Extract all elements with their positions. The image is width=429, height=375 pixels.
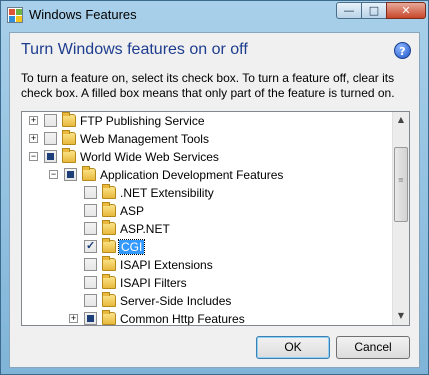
folder-icon	[62, 148, 76, 163]
tree-item-asp-net[interactable]: ASP.NET	[22, 220, 392, 238]
tree-item-server-side-includes[interactable]: Server-Side Includes	[22, 292, 392, 310]
tree-item-label: Common Http Features	[120, 312, 245, 326]
tree-item-label: Web Management Tools	[80, 132, 209, 146]
checkbox[interactable]	[84, 222, 97, 235]
checkbox[interactable]	[84, 239, 97, 253]
minimize-button[interactable]: —	[336, 2, 362, 19]
minimize-icon: —	[343, 4, 355, 17]
folder-icon	[62, 112, 76, 127]
tree-item-label: Server-Side Includes	[120, 294, 232, 308]
folder-icon	[82, 166, 96, 181]
checkbox[interactable]	[84, 312, 97, 325]
title-bar[interactable]: Windows Features — □ ✕	[1, 1, 428, 29]
collapse-icon[interactable]: −	[29, 152, 38, 161]
folder-icon	[102, 256, 116, 271]
checkbox[interactable]	[84, 294, 97, 307]
tree-item-label: FTP Publishing Service	[80, 114, 205, 128]
tree-item-net-extensibility[interactable]: .NET Extensibility	[22, 184, 392, 202]
window-title: Windows Features	[29, 7, 137, 22]
tree-item-label: .NET Extensibility	[120, 186, 214, 200]
dialog-body: Turn Windows features on or off ? To tur…	[9, 32, 420, 368]
windows-features-dialog: Windows Features — □ ✕ Turn Windows feat…	[0, 0, 429, 375]
windows-features-icon	[7, 7, 23, 23]
folder-icon	[102, 274, 116, 289]
checkbox[interactable]	[84, 276, 97, 289]
folder-icon	[102, 292, 116, 307]
checkbox[interactable]	[44, 150, 57, 163]
tree-item-common-http-features[interactable]: + Common Http Features	[22, 310, 392, 326]
help-icon[interactable]: ?	[394, 42, 411, 59]
checkbox[interactable]	[84, 258, 97, 271]
scroll-up-arrow-icon[interactable]: ▲	[393, 112, 409, 128]
expand-icon[interactable]: +	[69, 314, 78, 323]
folder-icon	[102, 184, 116, 199]
tree-item-world-wide-web-services[interactable]: − World Wide Web Services	[22, 148, 392, 166]
scrollbar-thumb[interactable]: ≡	[394, 147, 408, 222]
close-button[interactable]: ✕	[386, 2, 426, 19]
folder-icon	[102, 238, 116, 253]
vertical-scrollbar[interactable]: ▲ ≡ ▼	[392, 112, 409, 325]
ok-button[interactable]: OK	[256, 336, 330, 359]
tree-item-isapi-filters[interactable]: ISAPI Filters	[22, 274, 392, 292]
cancel-button[interactable]: Cancel	[336, 336, 410, 359]
maximize-button[interactable]: □	[361, 2, 387, 19]
tree-item-asp[interactable]: ASP	[22, 202, 392, 220]
folder-icon	[62, 130, 76, 145]
folder-icon	[102, 202, 116, 217]
tree-item-cgi[interactable]: CGI	[22, 238, 392, 256]
folder-icon	[102, 310, 116, 325]
tree-item-label: ISAPI Extensions	[120, 258, 213, 272]
checkbox[interactable]	[44, 114, 57, 127]
expand-icon[interactable]: +	[29, 116, 38, 125]
features-tree[interactable]: + FTP Publishing Service + Web Managemen…	[21, 111, 410, 326]
maximize-icon: □	[368, 4, 380, 17]
checkbox[interactable]	[44, 132, 57, 145]
tree-item-label: ASP	[120, 204, 145, 218]
expand-icon[interactable]: +	[29, 134, 38, 143]
tree-item-label: CGI	[117, 239, 146, 255]
tree-item-application-development-features[interactable]: − Application Development Features	[22, 166, 392, 184]
grip-icon: ≡	[398, 176, 404, 184]
tree-item-ftp-publishing-service[interactable]: + FTP Publishing Service	[22, 112, 392, 130]
scroll-down-arrow-icon[interactable]: ▼	[393, 308, 409, 324]
checkbox[interactable]	[64, 168, 77, 181]
page-title: Turn Windows features on or off	[21, 41, 248, 58]
checkbox[interactable]	[84, 204, 97, 217]
tree-item-label: World Wide Web Services	[80, 150, 219, 164]
tree-item-label: Application Development Features	[100, 168, 284, 182]
instructions-text: To turn a feature on, select its check b…	[21, 71, 395, 100]
collapse-icon[interactable]: −	[49, 170, 58, 179]
close-icon: ✕	[401, 4, 411, 17]
tree-item-web-management-tools[interactable]: + Web Management Tools	[22, 130, 392, 148]
checkbox[interactable]	[84, 186, 97, 199]
tree-item-label: ISAPI Filters	[120, 276, 187, 290]
tree-item-label: ASP.NET	[120, 222, 170, 236]
folder-icon	[102, 220, 116, 235]
tree-item-isapi-extensions[interactable]: ISAPI Extensions	[22, 256, 392, 274]
